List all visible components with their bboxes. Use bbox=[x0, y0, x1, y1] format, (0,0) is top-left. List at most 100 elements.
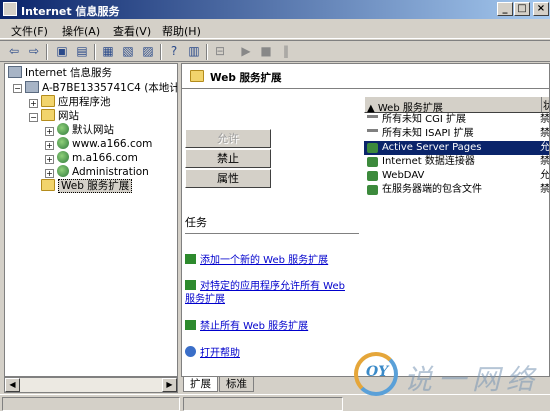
tree-site[interactable]: www.a166.com bbox=[57, 137, 152, 151]
expand-toggle[interactable]: + bbox=[29, 99, 38, 108]
computer-icon bbox=[25, 81, 39, 93]
extension-icon bbox=[367, 143, 378, 153]
menu-view[interactable]: 查看(V) bbox=[113, 23, 151, 39]
back-arrow-icon[interactable]: ⇦ bbox=[6, 44, 22, 59]
globe-icon bbox=[57, 123, 69, 135]
console-icon[interactable]: ▥ bbox=[186, 44, 202, 59]
extension-icon bbox=[367, 185, 378, 195]
close-button[interactable]: × bbox=[533, 2, 549, 16]
tree-app-pools[interactable]: 应用程序池 bbox=[41, 95, 111, 109]
scroll-left-icon[interactable]: ◀ bbox=[5, 378, 20, 392]
status-panel bbox=[183, 397, 343, 411]
extension-icon bbox=[367, 171, 378, 181]
tree-site[interactable]: 默认网站 bbox=[57, 123, 114, 137]
list-item-status: 允许 bbox=[540, 170, 550, 181]
details-title: Web 服务扩展 bbox=[210, 72, 282, 84]
title-bar: Internet 信息服务 _ □ × bbox=[0, 0, 550, 19]
list-item-status: 允许 bbox=[540, 142, 550, 153]
column-status-header[interactable]: 状态 bbox=[541, 97, 549, 112]
tree-site[interactable]: m.a166.com bbox=[57, 151, 138, 165]
column-name-header[interactable]: ▲ Web 服务扩展 bbox=[367, 99, 443, 114]
pause-icon[interactable]: ‖ bbox=[278, 44, 294, 59]
tree-websites[interactable]: 网站 bbox=[41, 109, 79, 123]
refresh-icon[interactable]: ▧ bbox=[120, 44, 136, 59]
list-item[interactable]: 所有未知 CGI 扩展 禁止 bbox=[364, 113, 550, 127]
task-help-label: 打开帮助 bbox=[200, 348, 240, 359]
toolbar-separator bbox=[206, 44, 208, 60]
tree-site-label: 默认网站 bbox=[72, 124, 114, 136]
globe-icon bbox=[57, 137, 69, 149]
toolbar-separator bbox=[160, 44, 162, 60]
watermark: OY 说一网络 bbox=[352, 352, 550, 398]
task-deny-all[interactable]: 禁止所有 Web 服务扩展 bbox=[185, 320, 365, 333]
tab-standard[interactable]: 标准 bbox=[219, 377, 254, 392]
play-icon[interactable]: ▶ bbox=[238, 44, 254, 59]
toolbar-separator bbox=[94, 44, 96, 60]
folder-icon bbox=[41, 179, 55, 191]
tree-horizontal-scrollbar[interactable]: ◀ ▶ bbox=[4, 377, 178, 393]
globe-icon bbox=[57, 165, 69, 177]
iis-icon bbox=[8, 66, 22, 78]
allow-button[interactable]: 允许 bbox=[185, 129, 271, 148]
tree-web-extensions-label: Web 服务扩展 bbox=[58, 179, 133, 193]
tree-root[interactable]: Internet 信息服务 bbox=[8, 66, 112, 80]
watermark-text: 说一网络 bbox=[404, 363, 541, 396]
arrow-task-icon bbox=[185, 280, 196, 290]
tree-web-extensions[interactable]: Web 服务扩展 bbox=[41, 179, 133, 193]
expand-toggle[interactable]: + bbox=[45, 141, 54, 150]
list-item-name: 所有未知 ISAPI 扩展 bbox=[382, 128, 474, 139]
list-item-status: 禁止 bbox=[540, 128, 550, 139]
folder-icon bbox=[41, 109, 55, 121]
task-allow-app-label: 对特定的应用程序允许所有 Web 服务扩展 bbox=[185, 281, 345, 305]
task-add-label: 添加一个新的 Web 服务扩展 bbox=[200, 255, 329, 266]
details-pane: Web 服务扩展 允许 禁止 属性 任务 添加一个新的 Web 服务扩展 对特定… bbox=[181, 63, 550, 377]
maximize-button[interactable]: □ bbox=[514, 2, 530, 16]
expand-toggle[interactable]: + bbox=[45, 127, 54, 136]
task-open-help[interactable]: 打开帮助 bbox=[185, 346, 365, 360]
toolbar-separator bbox=[46, 44, 48, 60]
properties-icon[interactable]: ▦ bbox=[100, 44, 116, 59]
show-tree-icon[interactable]: ▤ bbox=[74, 44, 90, 59]
properties-button[interactable]: 属性 bbox=[185, 169, 271, 188]
tasks-heading: 任务 bbox=[185, 216, 207, 229]
menu-action[interactable]: 操作(A) bbox=[62, 23, 100, 39]
filter-icon bbox=[367, 115, 378, 125]
collapse-toggle[interactable]: − bbox=[29, 113, 38, 122]
task-add-extension[interactable]: 添加一个新的 Web 服务扩展 bbox=[185, 254, 365, 267]
extension-list[interactable]: ▲ Web 服务扩展 状态 所有未知 CGI 扩展禁止 所有未知 ISAPI 扩… bbox=[364, 96, 550, 376]
minimize-button[interactable]: _ bbox=[497, 2, 513, 16]
menu-help[interactable]: 帮助(H) bbox=[162, 23, 201, 39]
list-item-name: 在服务器端的包含文件 bbox=[382, 184, 482, 195]
list-item[interactable]: 所有未知 ISAPI 扩展 禁止 bbox=[364, 127, 550, 141]
deny-button[interactable]: 禁止 bbox=[185, 149, 271, 168]
tree-site[interactable]: Administration bbox=[57, 165, 149, 179]
computer-icon[interactable]: ⊟ bbox=[212, 44, 228, 59]
up-folder-icon[interactable]: ▣ bbox=[54, 44, 70, 59]
scroll-right-icon[interactable]: ▶ bbox=[162, 378, 177, 392]
tree-root-label: Internet 信息服务 bbox=[25, 67, 113, 79]
expand-toggle[interactable]: + bbox=[45, 155, 54, 164]
help-icon[interactable]: ? bbox=[166, 44, 182, 59]
list-item-status: 禁止 bbox=[540, 114, 550, 125]
forward-arrow-icon[interactable]: ⇨ bbox=[26, 44, 42, 59]
filter-icon bbox=[367, 129, 378, 139]
menu-file[interactable]: 文件(F) bbox=[11, 23, 48, 39]
export-icon[interactable]: ▨ bbox=[140, 44, 156, 59]
task-allow-app[interactable]: 对特定的应用程序允许所有 Web 服务扩展 bbox=[185, 280, 355, 306]
list-item[interactable]: Internet 数据连接器 禁止 bbox=[364, 155, 549, 169]
iis-app-icon[interactable] bbox=[3, 2, 17, 16]
tab-extended[interactable]: 扩展 bbox=[183, 377, 218, 392]
stop-icon[interactable]: ■ bbox=[258, 44, 274, 59]
list-item[interactable]: 在服务器端的包含文件 禁止 bbox=[364, 183, 549, 197]
tree-computer[interactable]: A-B7BE1335741C4 (本地计算机 bbox=[25, 81, 177, 95]
toolbar: ⇦ ⇨ ▣ ▤ ▦ ▧ ▨ ? ▥ ⊟ ▶ ■ ‖ bbox=[0, 40, 550, 62]
folder-icon bbox=[190, 70, 204, 82]
watermark-logo-text: OY bbox=[366, 364, 389, 380]
list-item[interactable]: Active Server Pages 允许 bbox=[364, 141, 550, 155]
tree-pane[interactable]: Internet 信息服务 − A-B7BE1335741C4 (本地计算机 +… bbox=[4, 63, 178, 377]
globe-icon bbox=[57, 151, 69, 163]
collapse-toggle[interactable]: − bbox=[13, 84, 22, 93]
list-item[interactable]: WebDAV 允许 bbox=[364, 169, 550, 183]
list-item-name: Internet 数据连接器 bbox=[382, 156, 475, 167]
expand-toggle[interactable]: + bbox=[45, 169, 54, 178]
